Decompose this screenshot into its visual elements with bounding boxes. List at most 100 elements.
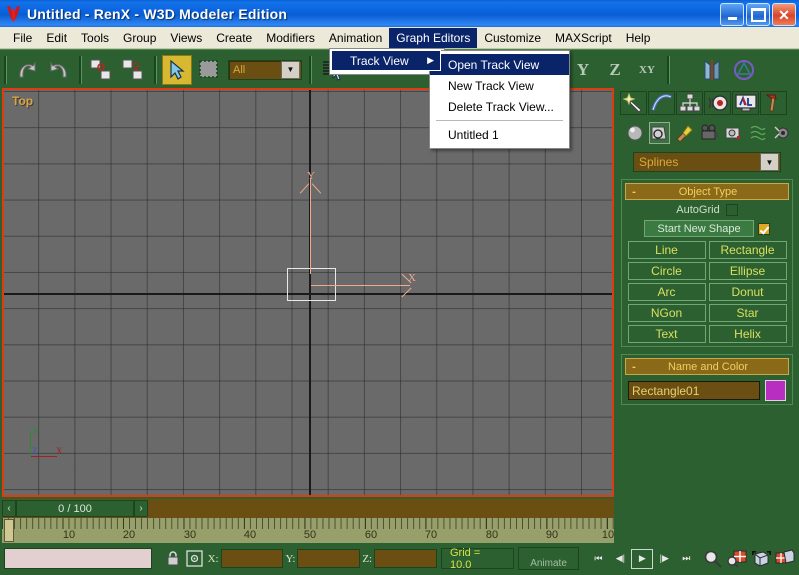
create-ngon-button[interactable]: NGon [628, 304, 706, 322]
autogrid-checkbox[interactable] [726, 204, 738, 216]
utilities-tab[interactable] [760, 91, 787, 115]
chevron-down-icon[interactable]: ▼ [760, 153, 779, 171]
menu-item-untitled-1[interactable]: Untitled 1 [430, 124, 569, 145]
select-object-arrow-icon[interactable] [162, 55, 192, 85]
coord-x-label: X: [208, 553, 219, 565]
menu-views[interactable]: Views [163, 28, 209, 48]
collapse-icon[interactable]: - [626, 361, 642, 373]
shapes-subtab[interactable] [649, 122, 671, 144]
close-button[interactable]: ✕ [772, 3, 796, 26]
go-to-end-button[interactable]: ⏭ [675, 549, 697, 569]
axis-constraint-xy-button[interactable]: XY [632, 55, 662, 85]
selection-filter-value: All [229, 64, 281, 76]
menu-customize[interactable]: Customize [477, 28, 548, 48]
zoom-all-viewports-icon[interactable] [725, 548, 749, 570]
play-animation-button[interactable]: ▶ [631, 549, 653, 569]
cameras-subtab[interactable] [698, 122, 720, 144]
menu-group[interactable]: Group [116, 28, 163, 48]
toolbar-divider [4, 56, 7, 84]
time-ruler[interactable]: 10 20 30 40 50 60 70 80 90 100 [2, 518, 614, 543]
menu-item-delete-track-view[interactable]: Delete Track View... [430, 96, 569, 117]
lights-subtab[interactable] [673, 122, 695, 144]
create-circle-button[interactable]: Circle [628, 262, 706, 280]
axis-constraint-y-button[interactable]: Y [568, 55, 598, 85]
prompt-field[interactable] [4, 548, 152, 569]
object-name-input[interactable]: Rectangle01 [628, 381, 760, 400]
chevron-right-icon: ▶ [427, 55, 434, 66]
coord-z-field[interactable] [374, 549, 437, 568]
absolute-relative-coords-icon[interactable] [184, 548, 206, 570]
menu-item-new-track-view[interactable]: New Track View [430, 75, 569, 96]
axis-constraint-z-button[interactable]: Z [600, 55, 630, 85]
menu-edit[interactable]: Edit [39, 28, 74, 48]
name-and-color-header[interactable]: - Name and Color [625, 358, 789, 375]
category-dropdown[interactable]: Splines ▼ [633, 152, 781, 172]
maximize-viewport-toggle-icon[interactable] [773, 548, 797, 570]
start-new-shape-button[interactable]: Start New Shape [644, 220, 754, 237]
previous-frame-arrow[interactable]: ‹ [2, 500, 16, 517]
select-and-link-icon[interactable] [87, 55, 117, 85]
menu-tools[interactable]: Tools [74, 28, 116, 48]
animate-toggle-button[interactable]: Animate [518, 547, 580, 570]
align-icon[interactable] [729, 55, 759, 85]
undo-arrow-icon[interactable] [12, 55, 42, 85]
modify-tab[interactable] [648, 91, 675, 115]
create-helix-button[interactable]: Helix [709, 325, 787, 343]
next-frame-button[interactable]: |▶ [653, 549, 675, 569]
create-line-button[interactable]: Line [628, 241, 706, 259]
menu-modifiers[interactable]: Modifiers [259, 28, 322, 48]
create-arc-button[interactable]: Arc [628, 283, 706, 301]
hierarchy-tab[interactable] [676, 91, 703, 115]
start-new-shape-checkbox[interactable] [758, 223, 770, 235]
ruler-tick-label: 40 [244, 529, 256, 541]
coord-x-field[interactable] [221, 549, 284, 568]
transform-gizmo-y-axis[interactable] [310, 178, 311, 274]
minimize-button[interactable] [720, 3, 744, 26]
arc-rotate-icon[interactable] [749, 548, 773, 570]
rectangular-selection-region-icon[interactable] [194, 55, 224, 85]
lock-selection-icon[interactable] [162, 548, 184, 570]
previous-frame-button[interactable]: ◀| [609, 549, 631, 569]
menu-item-open-track-view[interactable]: Open Track View [430, 54, 569, 75]
chevron-down-icon[interactable]: ▼ [281, 61, 300, 79]
unlink-selection-icon[interactable] [119, 55, 149, 85]
track-bar: ‹ 0 / 100 › [2, 499, 614, 518]
menu-file[interactable]: File [6, 28, 39, 48]
object-color-swatch[interactable] [765, 380, 786, 401]
helpers-subtab[interactable] [722, 122, 744, 144]
viewport-top[interactable]: Top Y X Y Z X [2, 88, 614, 497]
collapse-icon[interactable]: - [626, 186, 642, 198]
create-donut-button[interactable]: Donut [709, 283, 787, 301]
create-rectangle-button[interactable]: Rectangle [709, 241, 787, 259]
menu-create[interactable]: Create [209, 28, 259, 48]
go-to-start-button[interactable]: ⏮ [587, 549, 609, 569]
redo-arrow-icon[interactable] [44, 55, 74, 85]
current-frame-display[interactable]: 0 / 100 [16, 500, 134, 517]
mirror-icon[interactable] [697, 55, 727, 85]
create-tab[interactable] [620, 91, 647, 115]
zoom-icon[interactable] [701, 548, 725, 570]
maximize-button[interactable] [746, 3, 770, 26]
menu-graph-editors[interactable]: Graph Editors [389, 28, 477, 48]
menu-animation[interactable]: Animation [322, 28, 389, 48]
time-slider-handle[interactable] [4, 519, 14, 542]
spacewarps-subtab[interactable] [747, 122, 769, 144]
menu-help[interactable]: Help [619, 28, 658, 48]
display-tab[interactable] [732, 91, 759, 115]
menu-maxscript[interactable]: MAXScript [548, 28, 619, 48]
create-text-button[interactable]: Text [628, 325, 706, 343]
motion-tab[interactable] [704, 91, 731, 115]
toolbar-divider [154, 56, 157, 84]
object-type-header[interactable]: - Object Type [625, 183, 789, 200]
selection-filter-dropdown[interactable]: All ▼ [228, 60, 302, 80]
create-ellipse-button[interactable]: Ellipse [709, 262, 787, 280]
transform-gizmo-x-axis[interactable] [311, 285, 410, 286]
coord-y-field[interactable] [297, 549, 360, 568]
next-frame-arrow[interactable]: › [134, 500, 148, 517]
create-star-button[interactable]: Star [709, 304, 787, 322]
geometry-subtab[interactable] [624, 122, 646, 144]
systems-subtab[interactable] [771, 122, 793, 144]
menu-item-track-view[interactable]: Track View ▶ [331, 50, 441, 71]
autogrid-row: AutoGrid [625, 204, 789, 216]
viewport-label[interactable]: Top [12, 94, 33, 108]
